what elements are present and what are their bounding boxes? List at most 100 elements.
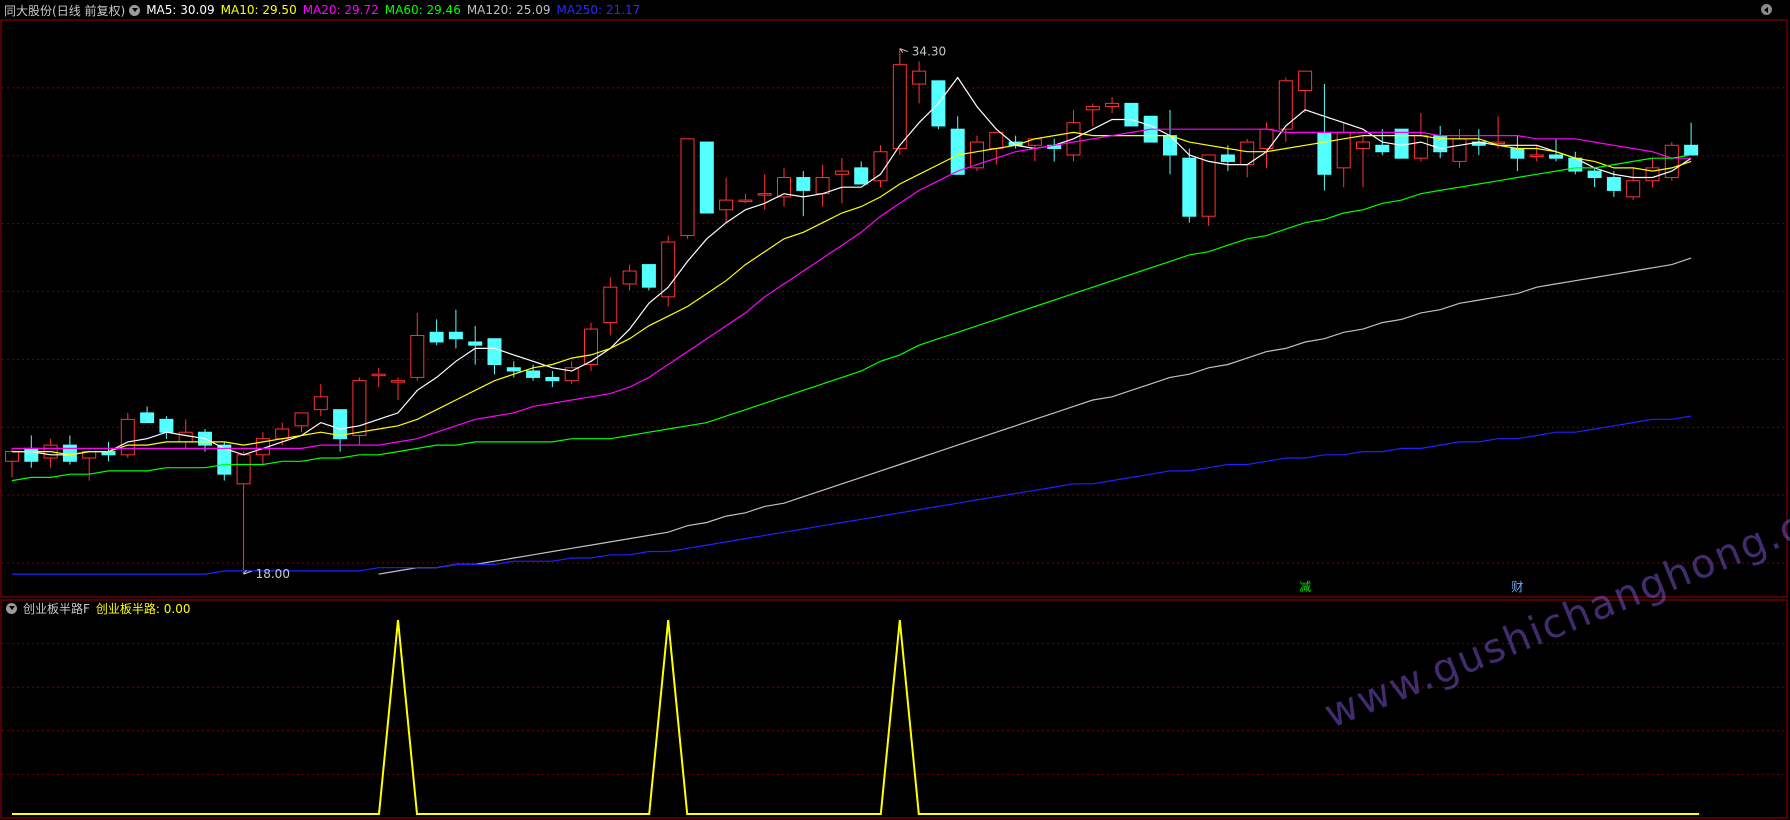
candle xyxy=(1182,148,1197,223)
candle xyxy=(834,158,849,204)
candle xyxy=(159,416,174,439)
candle-body-up xyxy=(680,138,695,237)
candle xyxy=(1568,151,1583,175)
indicator-dropdown-icon[interactable] xyxy=(6,602,17,614)
candle xyxy=(738,193,753,204)
ma120-label: MA120: xyxy=(466,3,513,17)
candle xyxy=(1626,167,1641,201)
candle xyxy=(487,338,502,375)
candle xyxy=(82,451,97,481)
candle-body-down xyxy=(1375,144,1390,153)
indicator-legend: 创业板半路: 0.00 xyxy=(96,600,191,617)
candle xyxy=(1047,138,1062,162)
indicator-name: 创业板半路F xyxy=(23,601,90,616)
candle xyxy=(1105,96,1120,114)
candle xyxy=(62,435,77,465)
candle xyxy=(719,177,734,223)
candle xyxy=(1645,158,1660,188)
candle xyxy=(1298,70,1313,114)
candle-body-up xyxy=(622,270,637,285)
candle xyxy=(352,377,367,446)
candle-body-up xyxy=(719,199,734,211)
candle-body-down xyxy=(140,412,155,424)
candle-body-down xyxy=(545,376,560,382)
candle xyxy=(680,138,695,239)
candle xyxy=(1066,109,1081,162)
candle-body-up xyxy=(294,412,309,427)
candle xyxy=(1201,154,1216,226)
candle xyxy=(1587,167,1602,188)
ma250-value: 21.17 xyxy=(605,3,641,17)
candle xyxy=(1356,135,1370,188)
candle-body-up xyxy=(912,70,927,85)
candle-body-up xyxy=(5,451,19,462)
candle-body-down xyxy=(699,141,714,214)
candle-body-down xyxy=(950,128,965,175)
candle xyxy=(43,438,58,468)
candle-body-down xyxy=(1606,177,1621,191)
event-marker-reduce: 减 xyxy=(1299,580,1311,594)
candle-body-down xyxy=(1549,154,1563,159)
candle xyxy=(796,171,811,217)
candle-body-down xyxy=(796,177,811,191)
candle-body-up xyxy=(352,380,367,436)
candle-body-down xyxy=(1182,157,1197,217)
collapse-arrow-icon[interactable] xyxy=(1761,4,1772,15)
candle xyxy=(1027,138,1042,162)
candle xyxy=(873,145,888,188)
candle-body-up xyxy=(275,428,290,440)
candle-body-up xyxy=(815,177,830,195)
candle-body-up xyxy=(1201,154,1216,217)
candle-body-down xyxy=(1220,154,1235,162)
candle-body-up xyxy=(178,431,193,443)
high-price-label: 34.30 xyxy=(912,45,946,59)
candle xyxy=(120,412,135,459)
indicator-line-value: 0.00 xyxy=(163,601,191,616)
candle-body-down xyxy=(448,331,463,340)
candle xyxy=(950,116,965,175)
candle-body-up xyxy=(738,199,753,203)
candle-body-down xyxy=(1317,131,1332,175)
candle xyxy=(429,319,444,346)
ma5-label: MA5: xyxy=(146,3,177,17)
candle-body-down xyxy=(62,444,77,462)
candle-body-down xyxy=(641,264,656,288)
candle xyxy=(1394,128,1409,159)
candle-body-up xyxy=(584,328,598,366)
candle xyxy=(1240,138,1255,178)
ma120-line xyxy=(378,257,1692,575)
chart-canvas[interactable]: 34.30 18.00 减 财 xyxy=(0,0,1790,820)
candle xyxy=(1452,129,1467,168)
event-marker-finance: 财 xyxy=(1511,580,1523,594)
candle-body-down xyxy=(1124,102,1139,127)
candle-body-up xyxy=(1105,102,1120,108)
ma10-line xyxy=(12,131,1692,456)
ma20-value: 29.72 xyxy=(344,3,379,17)
candle-body-down xyxy=(526,370,541,378)
candle-body-up xyxy=(236,454,251,485)
candle xyxy=(815,164,830,207)
candle xyxy=(1684,122,1699,156)
candle-body-up xyxy=(313,396,328,411)
candle-body-up xyxy=(371,373,386,377)
candle-body-down xyxy=(1587,170,1602,179)
candle xyxy=(217,441,232,481)
ma20-label: MA20: xyxy=(302,3,341,17)
candle-body-down xyxy=(429,331,444,343)
candle-body-up xyxy=(892,64,907,150)
candle xyxy=(391,377,405,400)
candle-body-down xyxy=(1394,128,1409,159)
candle-body-up xyxy=(873,151,888,182)
candle xyxy=(236,451,251,575)
candle-body-up xyxy=(757,193,772,196)
candle xyxy=(1124,102,1139,127)
candle xyxy=(410,312,425,381)
candle-body-down xyxy=(506,367,521,372)
settings-dropdown-icon[interactable] xyxy=(129,4,141,16)
candle xyxy=(545,370,560,388)
candle xyxy=(371,367,386,388)
candle-body-down xyxy=(1510,148,1525,159)
indicator-line-label: 创业板半路: xyxy=(95,601,160,616)
candle xyxy=(1664,142,1679,181)
candle xyxy=(1433,125,1448,159)
